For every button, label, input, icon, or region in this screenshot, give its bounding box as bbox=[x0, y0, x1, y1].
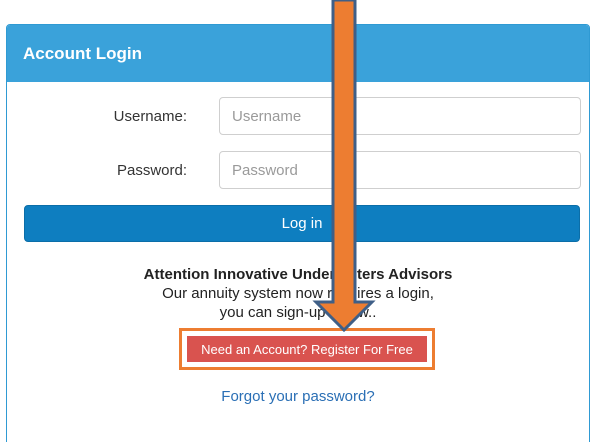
register-button[interactable]: Need an Account? Register For Free bbox=[187, 336, 427, 362]
password-input[interactable] bbox=[219, 151, 581, 189]
password-label: Password: bbox=[116, 162, 187, 179]
notice-title: Attention Innovative Underwriters Adviso… bbox=[143, 266, 453, 283]
username-label: Username: bbox=[113, 108, 187, 125]
panel-heading: Account Login bbox=[7, 25, 589, 82]
notice: Attention Innovative Underwriters Adviso… bbox=[7, 265, 589, 322]
username-input[interactable] bbox=[219, 97, 581, 135]
login-button[interactable]: Log in bbox=[24, 205, 580, 242]
account-login-panel: Account Login Username: Password: Log in… bbox=[6, 24, 590, 442]
register-highlight-box: Need an Account? Register For Free bbox=[179, 328, 435, 370]
notice-line-1: Our annuity system now requires a login, bbox=[162, 285, 434, 302]
forgot-password-link[interactable]: Forgot your password? bbox=[7, 388, 589, 405]
notice-line-2: you can sign-up below.. bbox=[219, 304, 377, 321]
login-page: Account Login Username: Password: Log in… bbox=[0, 0, 591, 442]
